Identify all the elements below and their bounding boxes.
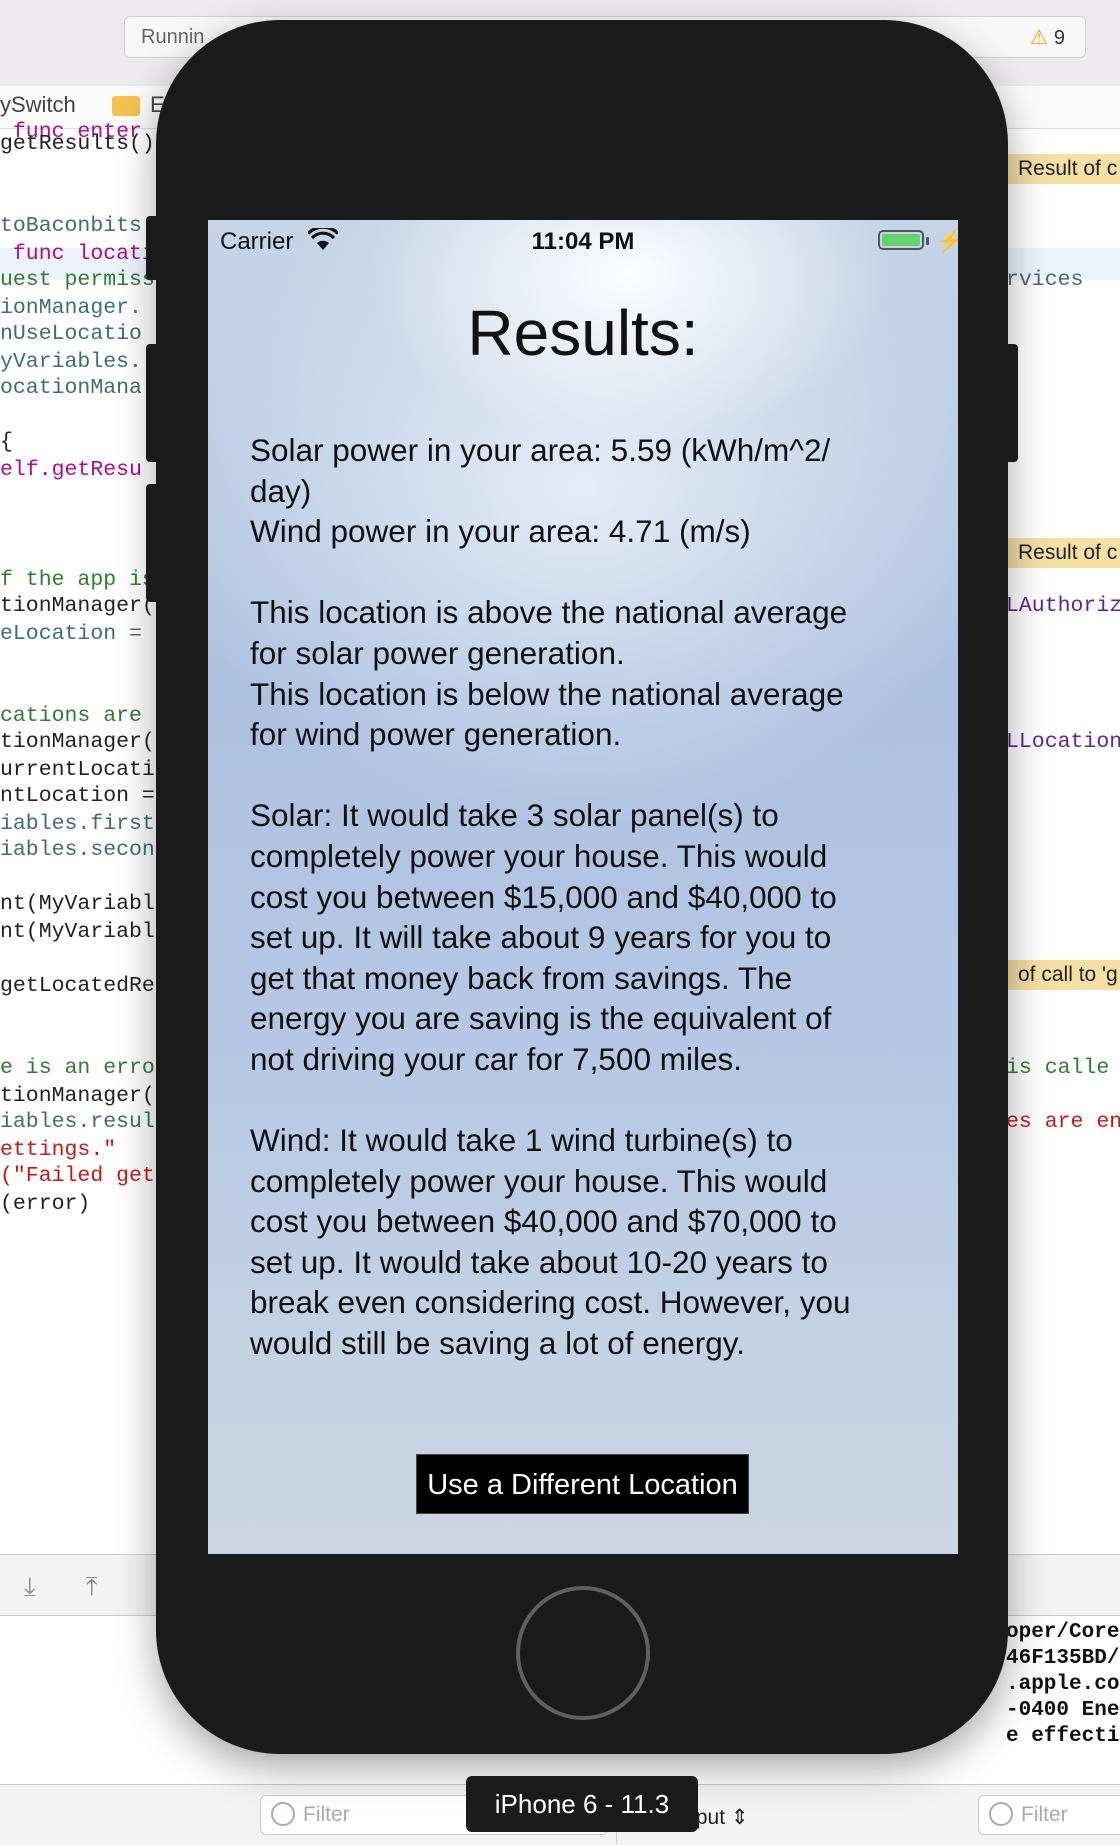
code-line: toBaconbits: [0, 214, 142, 238]
warning-indicator[interactable]: ⚠ 9: [1030, 25, 1065, 50]
code-line: ntLocation =: [0, 784, 155, 808]
volume-up-button: [146, 344, 160, 462]
mute-switch: [146, 216, 160, 280]
code-line: iables.first: [0, 812, 155, 836]
code-line: (error): [0, 1192, 91, 1216]
code-fragment: LAuthoriz: [1006, 594, 1120, 618]
chevron-updown-icon: ⇕: [730, 1806, 749, 1829]
filter-icon: [271, 1802, 295, 1826]
use-different-location-button[interactable]: Use a Different Location: [416, 1454, 749, 1514]
code-line: f the app is: [0, 568, 155, 592]
code-line: e is an erro: [0, 1056, 155, 1080]
code-line: ettings.": [0, 1138, 117, 1162]
code-line: eLocation =: [0, 622, 142, 646]
warning-count: 9: [1053, 27, 1065, 49]
filter-placeholder: Filter: [1021, 1803, 1068, 1826]
code-line: ("Failed get: [0, 1164, 155, 1188]
code-line: ionManager.: [0, 296, 142, 320]
charging-bolt-icon: ⚡: [936, 228, 958, 253]
code-fragment: is calle: [1006, 1056, 1110, 1080]
filter-placeholder: Filter: [303, 1803, 350, 1826]
code-line: iables.secon: [0, 838, 155, 862]
code-line: elf.getResu: [0, 458, 142, 482]
code-line: tionManager(: [0, 1084, 155, 1108]
folder-icon: [112, 96, 140, 116]
filter-icon: [989, 1802, 1013, 1826]
app-screen: Carrier 11:04 PM ⚡ Results: Solar power …: [208, 220, 958, 1554]
code-line: cations are: [0, 704, 142, 728]
battery-icon: [878, 230, 924, 250]
code-line: nt(MyVariabl: [0, 920, 155, 944]
output-selector[interactable]: tput ⇕: [690, 1805, 748, 1830]
console-line: -0400 Energ: [1006, 1699, 1120, 1722]
code-line: {: [0, 430, 13, 454]
code-line: nt(MyVariabl: [0, 892, 155, 916]
code-line: func locati: [0, 242, 155, 266]
console-line: e effective u: [1006, 1725, 1120, 1748]
code-line: tionManager(: [0, 730, 155, 754]
code-line: uest permiss: [0, 268, 155, 292]
step-out-icon[interactable]: ⤒: [86, 1571, 98, 1603]
battery-tip: [926, 237, 929, 245]
jumpbar-project[interactable]: ySwitch: [0, 92, 76, 118]
code-line: yVariables.: [0, 350, 142, 374]
console-line: .apple.com: [1006, 1673, 1120, 1696]
issue-annotation[interactable]: of call to 'g: [1006, 960, 1120, 990]
activity-status-text: Runnin: [141, 26, 205, 48]
code-line: getLocatedRe: [0, 974, 155, 998]
results-text: Solar power in your area: 5.59 (kWh/m^2/…: [250, 432, 851, 1362]
status-time: 11:04 PM: [531, 228, 635, 255]
volume-down-button: [146, 484, 160, 602]
simulator-device-label: iPhone 6 - 11.3: [466, 1776, 698, 1832]
power-button: [1004, 344, 1018, 462]
status-bar: Carrier 11:04 PM ⚡: [208, 220, 958, 260]
code-line: iables.resul: [0, 1110, 155, 1134]
console-line: oper/Core: [1006, 1621, 1120, 1644]
warning-icon: ⚠: [1029, 27, 1048, 49]
console-line: 46F135BD/: [1006, 1647, 1120, 1670]
step-into-icon[interactable]: ⤓: [24, 1571, 36, 1603]
code-fragment: LLocation: [1006, 730, 1120, 754]
issue-annotation[interactable]: Result of c: [1006, 154, 1120, 184]
console-filter-field[interactable]: Filter: [978, 1795, 1120, 1835]
code-line: ocationMana: [0, 376, 142, 400]
code-line: urrentLocati: [0, 758, 155, 782]
home-button[interactable]: [516, 1586, 650, 1720]
results-title: Results:: [467, 297, 699, 369]
code-fragment: es are en: [1006, 1110, 1120, 1134]
code-line: nUseLocatio: [0, 322, 142, 346]
battery-level: [882, 234, 920, 246]
code-line: tionManager(: [0, 594, 155, 618]
code-line: getResults(): [0, 132, 155, 156]
issue-annotation[interactable]: Result of c: [1006, 538, 1120, 568]
code-fragment: rvices: [1006, 268, 1084, 292]
